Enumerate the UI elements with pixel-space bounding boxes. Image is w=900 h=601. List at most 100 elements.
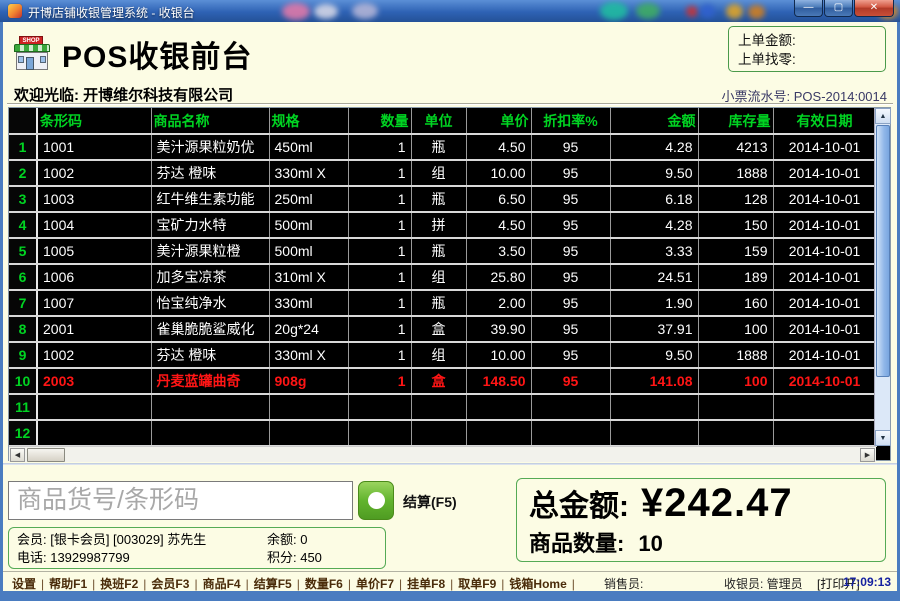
cell[interactable]: 2014-10-01 xyxy=(773,212,877,239)
cell[interactable]: 95 xyxy=(531,238,611,265)
menu-item[interactable]: 单价F7 xyxy=(356,577,394,591)
cell[interactable]: 1 xyxy=(348,342,412,369)
cell[interactable]: 330ml X xyxy=(269,342,349,369)
table-row[interactable]: 5 1005 美汁源果粒橙 500ml 1 瓶 3.50 95 3.33 159 2014-10-0… xyxy=(9,238,877,265)
cell[interactable] xyxy=(151,394,270,421)
cell[interactable]: 9.50 xyxy=(610,342,699,369)
cell[interactable]: 盒 xyxy=(411,368,467,395)
menu-item[interactable]: 换班F2 xyxy=(100,577,138,591)
cell[interactable]: 128 xyxy=(698,186,774,213)
menu-item[interactable]: 会员F3 xyxy=(151,577,189,591)
menu-item[interactable]: 取单F9 xyxy=(458,577,496,591)
cell[interactable]: 美汁源果粒奶优 xyxy=(151,134,270,161)
cell[interactable]: 芬达 橙味 xyxy=(151,342,270,369)
cell[interactable]: 95 xyxy=(531,264,611,291)
cell[interactable]: 330ml X xyxy=(269,160,349,187)
cell[interactable]: 1 xyxy=(348,212,412,239)
cell[interactable]: 6.50 xyxy=(466,186,532,213)
scroll-right-icon[interactable]: ▶ xyxy=(860,448,875,462)
cell[interactable]: 148.50 xyxy=(466,368,532,395)
cell[interactable] xyxy=(610,394,699,421)
cell[interactable]: 雀巢脆脆鲨威化 xyxy=(151,316,270,343)
cell[interactable]: 组 xyxy=(411,342,467,369)
cell[interactable]: 25.80 xyxy=(466,264,532,291)
table-row[interactable]: 6 1006 加多宝凉茶 310ml X 1 组 25.80 95 24.51 189 2014-1… xyxy=(9,264,877,291)
cell[interactable]: 39.90 xyxy=(466,316,532,343)
table-row[interactable]: 8 2001 雀巢脆脆鲨威化 20g*24 1 盒 39.90 95 37.91 100 2014-… xyxy=(9,316,877,343)
cell[interactable]: 瓶 xyxy=(411,134,467,161)
cell[interactable] xyxy=(37,394,152,421)
cell[interactable]: 159 xyxy=(698,238,774,265)
cell[interactable]: 141.08 xyxy=(610,368,699,395)
table-row[interactable]: 11 xyxy=(9,394,877,421)
cell[interactable]: 95 xyxy=(531,368,611,395)
cell[interactable]: 1002 xyxy=(37,342,152,369)
cell[interactable]: 2003 xyxy=(37,368,152,395)
cell[interactable] xyxy=(773,420,877,447)
cell[interactable]: 95 xyxy=(531,290,611,317)
cell[interactable]: 1 xyxy=(348,134,412,161)
cell[interactable]: 瓶 xyxy=(411,290,467,317)
cell[interactable]: 盒 xyxy=(411,316,467,343)
cell[interactable]: 2014-10-01 xyxy=(773,264,877,291)
cell[interactable]: 拼 xyxy=(411,212,467,239)
menu-item[interactable]: 设置 xyxy=(12,577,36,591)
scroll-up-icon[interactable]: ▲ xyxy=(875,108,891,124)
cell[interactable]: 10.00 xyxy=(466,342,532,369)
vertical-scrollbar[interactable]: ▲ ▼ xyxy=(874,108,891,446)
cell[interactable]: 100 xyxy=(698,316,774,343)
menu-item[interactable]: 帮助F1 xyxy=(49,577,87,591)
cell[interactable] xyxy=(531,394,611,421)
cell[interactable] xyxy=(698,394,774,421)
cell[interactable]: 宝矿力水特 xyxy=(151,212,270,239)
cell[interactable]: 3.33 xyxy=(610,238,699,265)
cell[interactable]: 组 xyxy=(411,160,467,187)
cell[interactable]: 1002 xyxy=(37,160,152,187)
cell[interactable]: 4.50 xyxy=(466,134,532,161)
scroll-left-icon[interactable]: ◀ xyxy=(10,448,25,462)
cell[interactable]: 2.00 xyxy=(466,290,532,317)
cell[interactable]: 加多宝凉茶 xyxy=(151,264,270,291)
cell[interactable]: 瓶 xyxy=(411,186,467,213)
cell[interactable]: 189 xyxy=(698,264,774,291)
cell[interactable]: 1001 xyxy=(37,134,152,161)
cell[interactable]: 100 xyxy=(698,368,774,395)
vertical-scrollbar-thumb[interactable] xyxy=(876,125,890,377)
cell[interactable]: 1 xyxy=(348,238,412,265)
cell[interactable]: 1003 xyxy=(37,186,152,213)
horizontal-scrollbar-thumb[interactable] xyxy=(27,448,65,462)
table-row[interactable]: 9 1002 芬达 橙味 330ml X 1 组 10.00 95 9.50 1888 2014-1… xyxy=(9,342,877,369)
cell[interactable] xyxy=(411,394,467,421)
cell[interactable]: 37.91 xyxy=(610,316,699,343)
cell[interactable]: 2014-10-01 xyxy=(773,238,877,265)
cell[interactable]: 95 xyxy=(531,316,611,343)
cell[interactable]: 1007 xyxy=(37,290,152,317)
cell[interactable]: 3.50 xyxy=(466,238,532,265)
cell[interactable]: 2014-10-01 xyxy=(773,368,877,395)
table-row[interactable]: 3 1003 红牛维生素功能 250ml 1 瓶 6.50 95 6.18 128 2014-10-… xyxy=(9,186,877,213)
cell[interactable]: 20g*24 xyxy=(269,316,349,343)
cell[interactable]: 250ml xyxy=(269,186,349,213)
table-row[interactable]: 7 1007 怡宝纯净水 330ml 1 瓶 2.00 95 1.90 160 2014-10-01 xyxy=(9,290,877,317)
minimize-button[interactable]: — xyxy=(794,0,823,17)
cell[interactable]: 500ml xyxy=(269,212,349,239)
cell[interactable]: 1005 xyxy=(37,238,152,265)
cell[interactable] xyxy=(698,420,774,447)
cell[interactable]: 2001 xyxy=(37,316,152,343)
cell[interactable] xyxy=(151,420,270,447)
cell[interactable]: 瓶 xyxy=(411,238,467,265)
horizontal-scrollbar[interactable]: ◀ ▶ xyxy=(9,446,876,462)
cell[interactable]: 1 xyxy=(348,368,412,395)
cell[interactable]: 330ml xyxy=(269,290,349,317)
cell[interactable]: 1 xyxy=(348,264,412,291)
cell[interactable]: 1888 xyxy=(698,342,774,369)
cell[interactable] xyxy=(269,394,349,421)
cell[interactable]: 1006 xyxy=(37,264,152,291)
cell[interactable]: 9.50 xyxy=(610,160,699,187)
cell[interactable]: 2014-10-01 xyxy=(773,342,877,369)
cell[interactable]: 1.90 xyxy=(610,290,699,317)
cell[interactable]: 美汁源果粒橙 xyxy=(151,238,270,265)
cell[interactable]: 2014-10-01 xyxy=(773,160,877,187)
cell[interactable]: 95 xyxy=(531,160,611,187)
cell[interactable]: 500ml xyxy=(269,238,349,265)
